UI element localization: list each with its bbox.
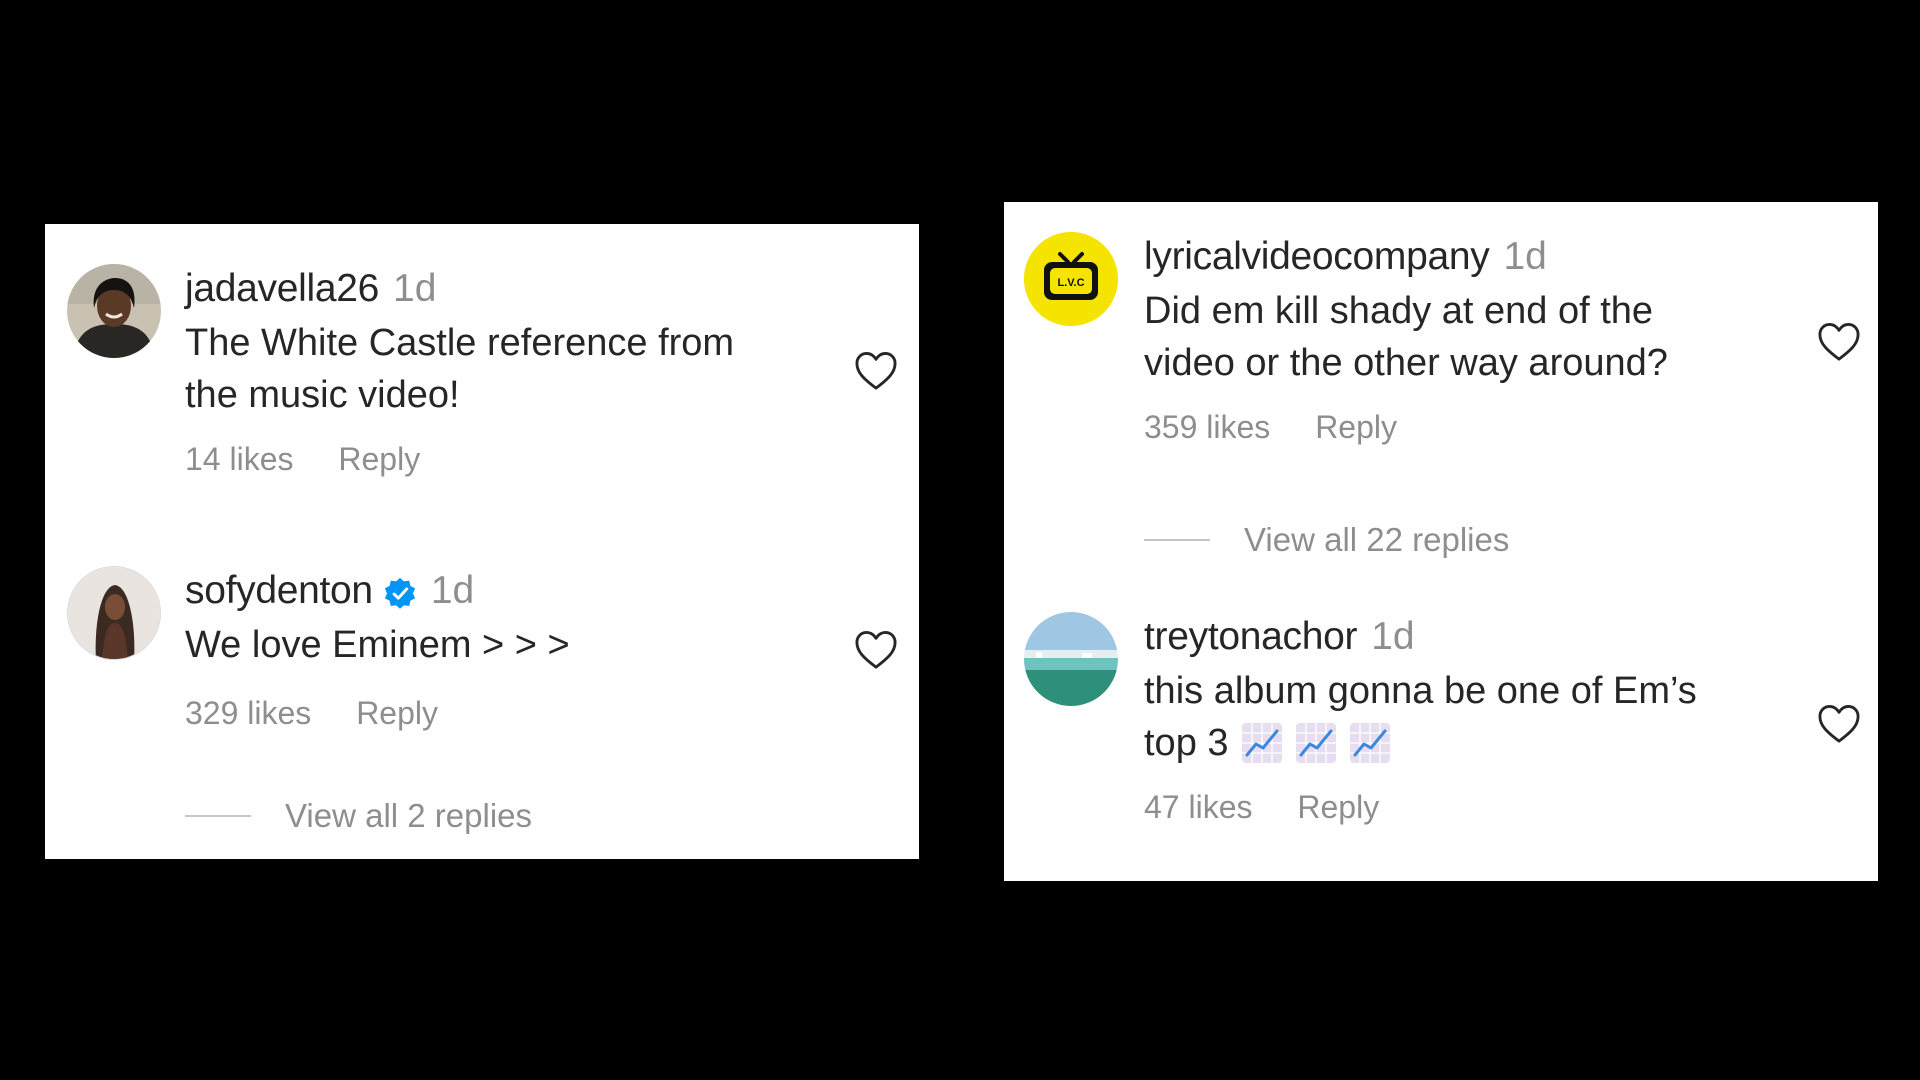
- comment-timestamp: 1d: [1503, 235, 1547, 278]
- lvc-tv-logo-avatar[interactable]: L.V.C: [1024, 232, 1118, 326]
- avatar-logo-text: L.V.C: [1057, 277, 1084, 289]
- chart-increasing-emoji: [1241, 722, 1283, 764]
- comment-text: The White Castle reference from the musi…: [185, 317, 829, 421]
- reply-button[interactable]: Reply: [338, 441, 420, 477]
- comment-text-line: The White Castle reference from: [185, 322, 735, 364]
- heart-icon[interactable]: [1816, 702, 1862, 744]
- view-replies-link[interactable]: View all 2 replies: [185, 796, 532, 836]
- view-replies-link[interactable]: View all 22 replies: [1144, 520, 1509, 560]
- right-comments-panel: L.V.C lyricalvideocompany 1d Did em kill…: [1004, 202, 1878, 881]
- comment-timestamp: 1d: [1371, 615, 1415, 658]
- comment-username[interactable]: sofydenton: [185, 566, 373, 616]
- reply-button[interactable]: Reply: [356, 695, 438, 731]
- view-replies-label: View all 2 replies: [285, 797, 533, 834]
- verified-badge-icon: [383, 574, 417, 609]
- likes-count[interactable]: 14 likes: [185, 441, 294, 477]
- likes-count[interactable]: 47 likes: [1144, 789, 1253, 825]
- likes-count[interactable]: 359 likes: [1144, 409, 1270, 445]
- comment-text-line: We love Eminem > > >: [185, 624, 570, 666]
- reply-button[interactable]: Reply: [1315, 409, 1397, 445]
- comment-text-line: the music video!: [185, 374, 460, 416]
- comment-text: We love Eminem > > >: [185, 619, 829, 671]
- heart-icon[interactable]: [853, 628, 899, 670]
- chart-increasing-emoji: [1295, 722, 1337, 764]
- comment-text-line: this album gonna be one of Em’s: [1144, 670, 1697, 712]
- comment-username[interactable]: lyricalvideocompany: [1144, 232, 1490, 282]
- comment-text: this album gonna be one of Em’s top 3: [1144, 665, 1788, 769]
- heart-icon[interactable]: [1816, 320, 1862, 362]
- replies-divider-line: [1144, 539, 1210, 541]
- comment-text-line: Did em kill shady at end of the: [1144, 290, 1654, 332]
- likes-count[interactable]: 329 likes: [185, 695, 311, 731]
- heart-icon[interactable]: [853, 349, 899, 391]
- view-replies-label: View all 22 replies: [1244, 521, 1510, 558]
- chart-increasing-emoji: [1349, 722, 1391, 764]
- left-comments-panel: jadavella26 1d The White Castle referenc…: [45, 224, 919, 859]
- user-avatar-sofydenton[interactable]: [67, 566, 161, 660]
- comment-text: Did em kill shady at end of the video or…: [1144, 285, 1788, 389]
- comment-username[interactable]: jadavella26: [185, 264, 379, 314]
- comment-username[interactable]: treytonachor: [1144, 612, 1357, 662]
- beach-avatar[interactable]: [1024, 612, 1118, 706]
- reply-button[interactable]: Reply: [1297, 789, 1379, 825]
- comment-text-line: video or the other way around?: [1144, 342, 1668, 384]
- comment-timestamp: 1d: [430, 569, 475, 612]
- user-avatar-jadavella26[interactable]: [67, 264, 161, 358]
- comment-timestamp: 1d: [393, 267, 437, 310]
- replies-divider-line: [185, 815, 251, 817]
- comment-text-line: top 3: [1144, 722, 1229, 764]
